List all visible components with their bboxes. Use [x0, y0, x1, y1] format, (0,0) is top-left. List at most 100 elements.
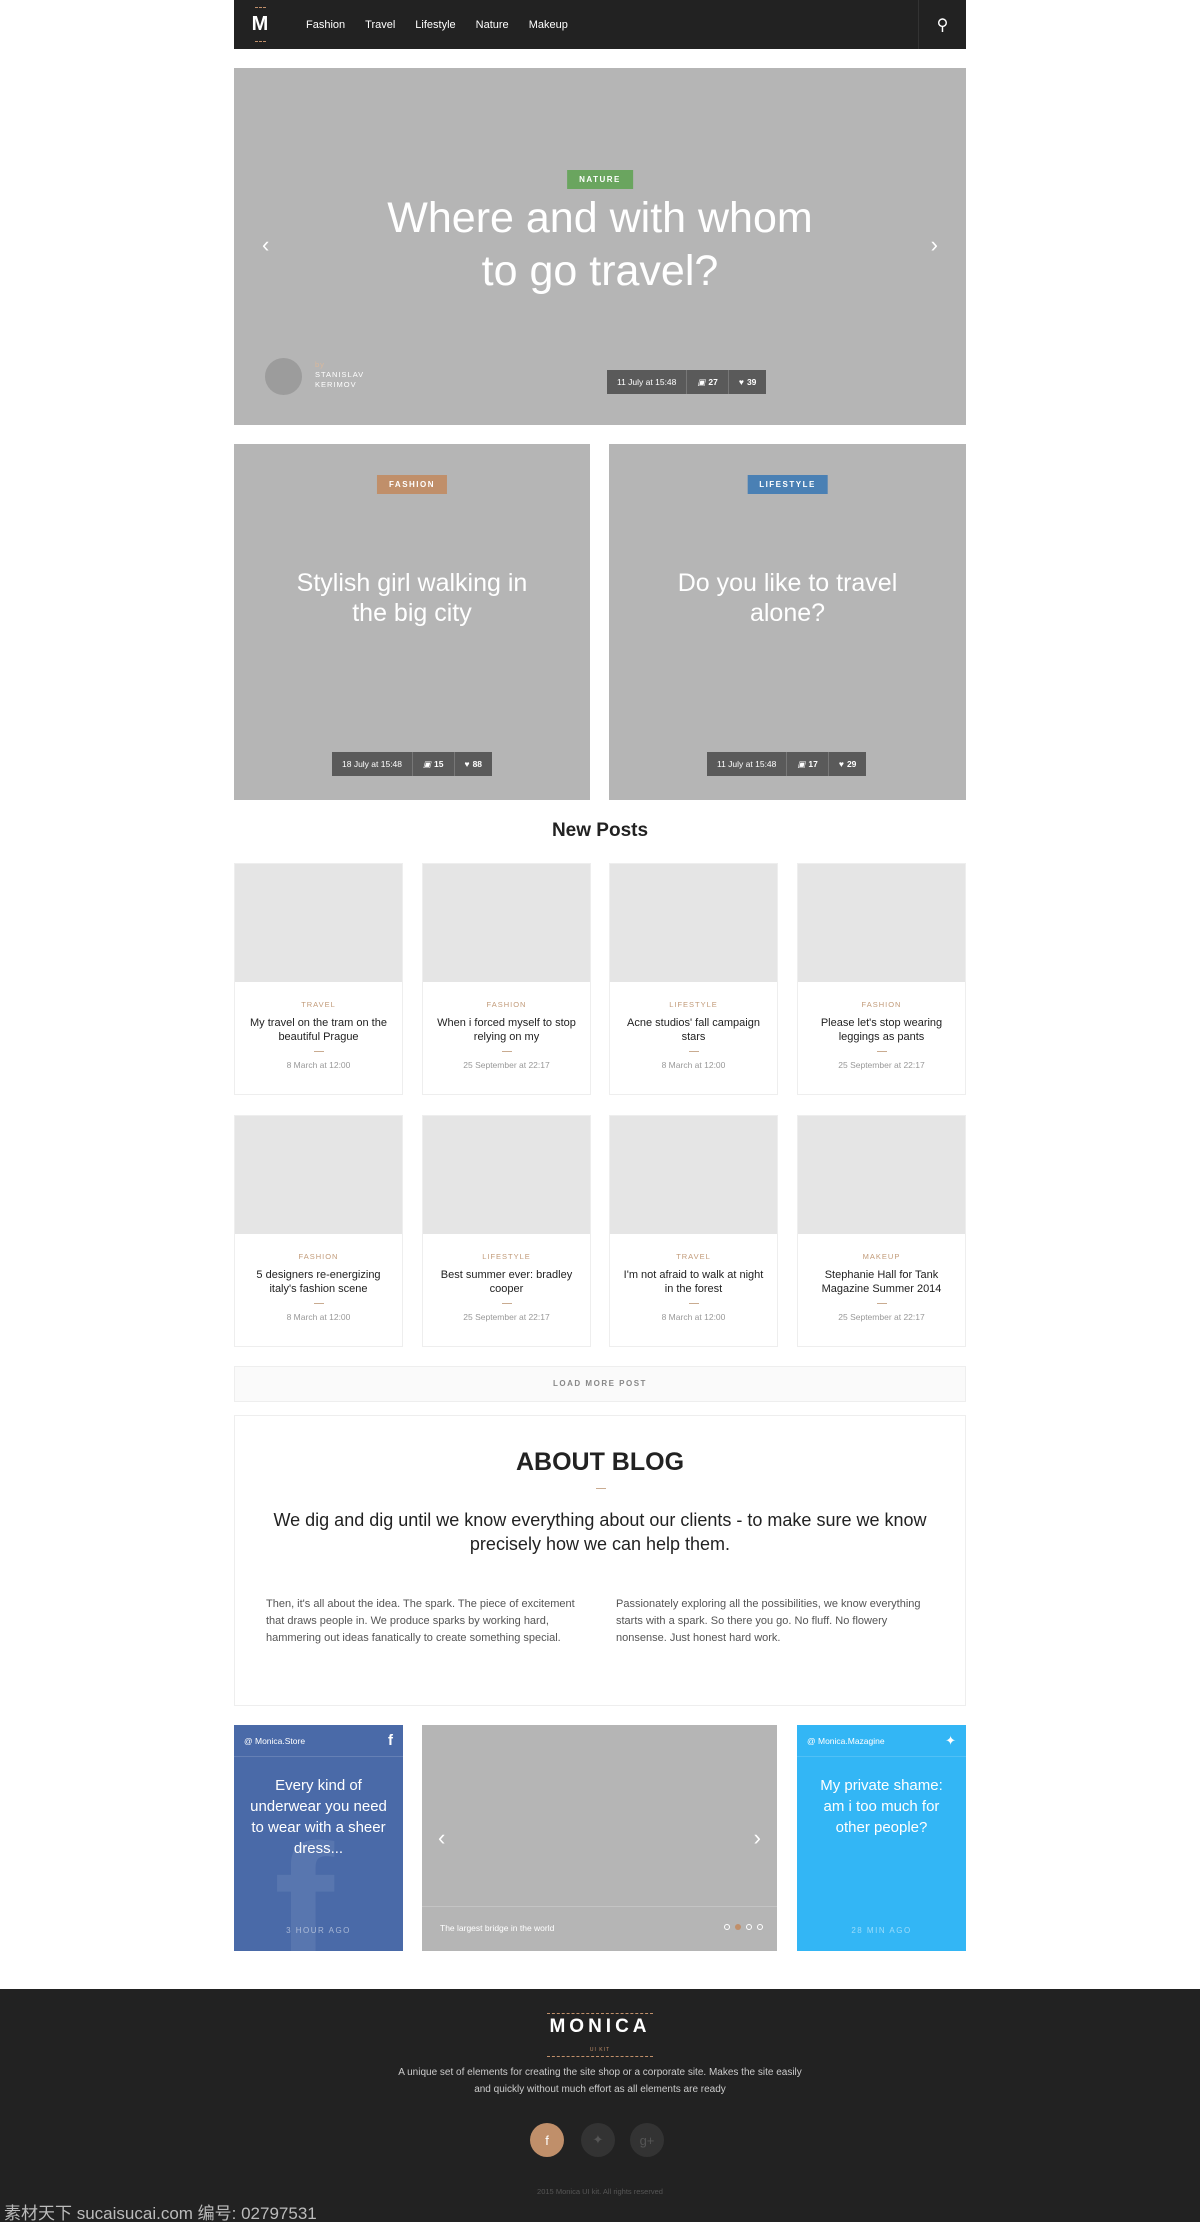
- slider-dots[interactable]: [724, 1924, 763, 1930]
- post-category[interactable]: LIFESTYLE: [423, 1252, 590, 1261]
- facebook-icon: f: [388, 1732, 393, 1749]
- load-more-button[interactable]: LOAD MORE POST: [234, 1366, 966, 1402]
- post-category[interactable]: FASHION: [423, 1000, 590, 1009]
- next-arrow-icon[interactable]: ›: [754, 1825, 761, 1851]
- post-card[interactable]: MAKEUP Stephanie Hall for Tank Magazine …: [797, 1115, 966, 1347]
- heart-icon: ♥: [738, 377, 744, 387]
- nav-fashion[interactable]: Fashion: [306, 19, 345, 31]
- comment-icon: ▣: [797, 758, 806, 769]
- post-card[interactable]: FASHION Please let's stop wearing leggin…: [797, 863, 966, 1095]
- google-plus-button[interactable]: g+: [630, 2123, 664, 2157]
- post-card[interactable]: FASHION 5 designers re-energizing italy'…: [234, 1115, 403, 1347]
- post-date: 8 March at 12:00: [286, 1312, 351, 1322]
- post-title[interactable]: Please let's stop wearing leggings as pa…: [798, 1016, 965, 1044]
- new-posts-title: New Posts: [551, 820, 649, 841]
- twitter-icon: ✦: [945, 1732, 956, 1748]
- search-button[interactable]: ⚲: [918, 0, 966, 49]
- post-card[interactable]: FASHION When i forced myself to stop rel…: [422, 863, 591, 1095]
- divider: [876, 1303, 887, 1304]
- divider: [688, 1051, 699, 1052]
- feature-title[interactable]: Do you like to travel alone?: [609, 568, 966, 628]
- post-category[interactable]: FASHION: [798, 1000, 965, 1009]
- post-title[interactable]: Acne studios' fall campaign stars: [610, 1016, 777, 1044]
- post-date: 25 September at 22:17: [838, 1060, 925, 1070]
- twitter-icon: ✦: [592, 2132, 604, 2147]
- nav-lifestyle[interactable]: Lifestyle: [415, 19, 455, 31]
- twitter-button[interactable]: ✦: [581, 2123, 615, 2157]
- post-image[interactable]: [235, 1116, 402, 1234]
- facebook-card[interactable]: f @ Monica.Store f Every kind of underwea…: [234, 1725, 403, 1951]
- nav-makeup[interactable]: Makeup: [529, 19, 568, 31]
- feature-tag[interactable]: LIFESTYLE: [747, 475, 828, 494]
- post-image[interactable]: [610, 864, 777, 982]
- about-title: ABOUT BLOG: [515, 1448, 685, 1476]
- feature-meta: 18 July at 15:48 ▣ 15 ♥ 88: [332, 752, 493, 776]
- divider: [501, 1303, 512, 1304]
- post-date: 25 September at 22:17: [838, 1312, 925, 1322]
- comment-icon: ▣: [423, 758, 432, 769]
- post-image[interactable]: [798, 864, 965, 982]
- divider: [876, 1051, 887, 1052]
- post-card[interactable]: LIFESTYLE Best summer ever: bradley coop…: [422, 1115, 591, 1347]
- heart-icon: ♥: [464, 759, 470, 769]
- post-card[interactable]: TRAVEL I'm not afraid to walk at night i…: [609, 1115, 778, 1347]
- post-image[interactable]: [798, 1116, 965, 1234]
- post-category[interactable]: FASHION: [235, 1252, 402, 1261]
- prev-arrow-icon[interactable]: ‹: [262, 232, 269, 258]
- avatar[interactable]: [265, 358, 302, 395]
- nav-travel[interactable]: Travel: [365, 19, 395, 31]
- feature-title[interactable]: Stylish girl walking in the big city: [234, 568, 590, 628]
- post-title[interactable]: I'm not afraid to walk at night in the f…: [610, 1268, 777, 1296]
- post-title[interactable]: Best summer ever: bradley cooper: [423, 1268, 590, 1296]
- post-title[interactable]: Stephanie Hall for Tank Magazine Summer …: [798, 1268, 965, 1296]
- image-slider[interactable]: ‹ › The largest bridge in the world: [422, 1725, 777, 1951]
- copyright: 2015 Monica UI kit. All rights reserved: [537, 2187, 663, 2196]
- post-title[interactable]: When i forced myself to stop relying on …: [423, 1016, 590, 1044]
- footer-logo: MONICA UI KIT: [547, 2013, 653, 2057]
- feature-card[interactable]: FASHION Stylish girl walking in the big c…: [234, 444, 590, 800]
- search-icon: ⚲: [936, 16, 949, 34]
- about-section: ABOUT BLOG We dig and dig until we know …: [234, 1415, 966, 1706]
- post-date: 8 March at 12:00: [661, 1312, 726, 1322]
- heart-icon: ♥: [838, 759, 844, 769]
- post-category[interactable]: MAKEUP: [798, 1252, 965, 1261]
- hero-tag[interactable]: NATURE: [567, 170, 633, 189]
- hero-title[interactable]: Where and with whom to go travel?: [234, 192, 966, 298]
- divider: [313, 1303, 324, 1304]
- post-card[interactable]: LIFESTYLE Acne studios' fall campaign st…: [609, 863, 778, 1095]
- nav-nature[interactable]: Nature: [476, 19, 509, 31]
- next-arrow-icon[interactable]: ›: [931, 232, 938, 258]
- author[interactable]: by STANISLAV KERIMOV: [315, 360, 364, 390]
- post-title[interactable]: 5 designers re-energizing italy's fashio…: [235, 1268, 402, 1296]
- logo[interactable]: M: [234, 7, 286, 42]
- post-date: 8 March at 12:00: [661, 1060, 726, 1070]
- post-date: 8 March at 12:00: [286, 1060, 351, 1070]
- divider: [688, 1303, 699, 1304]
- footer: MONICA UI KIT A unique set of elements f…: [0, 1989, 1200, 2223]
- comment-icon: ▣: [697, 376, 706, 387]
- post-image[interactable]: [235, 864, 402, 982]
- about-col1: Then, it's all about the idea. The spark…: [266, 1598, 575, 1644]
- top-nav: M Fashion Travel Lifestyle Nature Makeup…: [234, 0, 966, 49]
- about-col2: Passionately exploring all the possibili…: [616, 1598, 921, 1644]
- post-image[interactable]: [423, 1116, 590, 1234]
- hero-slider[interactable]: NATURE Where and with whom to go travel? …: [234, 68, 966, 425]
- post-image[interactable]: [610, 1116, 777, 1234]
- post-date: 25 September at 22:17: [463, 1312, 550, 1322]
- post-date: 25 September at 22:17: [463, 1060, 550, 1070]
- twitter-card[interactable]: @ Monica.Mazagine ✦ My private shame: am …: [797, 1725, 966, 1951]
- post-category[interactable]: TRAVEL: [235, 1000, 402, 1009]
- post-image[interactable]: [423, 864, 590, 982]
- facebook-button[interactable]: f: [530, 2123, 564, 2157]
- hero-meta: 11 July at 15:48 ▣ 27 ♥ 39: [607, 370, 767, 394]
- feature-meta: 11 July at 15:48 ▣ 17 ♥ 29: [707, 752, 867, 776]
- google-plus-icon: g+: [639, 2132, 655, 2148]
- prev-arrow-icon[interactable]: ‹: [438, 1825, 445, 1851]
- post-card[interactable]: TRAVEL My travel on the tram on the beau…: [234, 863, 403, 1095]
- slider-caption: The largest bridge in the world: [440, 1923, 555, 1933]
- post-title[interactable]: My travel on the tram on the beautiful P…: [235, 1016, 402, 1044]
- feature-card[interactable]: LIFESTYLE Do you like to travel alone? 11…: [609, 444, 966, 800]
- post-category[interactable]: TRAVEL: [610, 1252, 777, 1261]
- post-category[interactable]: LIFESTYLE: [610, 1000, 777, 1009]
- feature-tag[interactable]: FASHION: [376, 475, 448, 494]
